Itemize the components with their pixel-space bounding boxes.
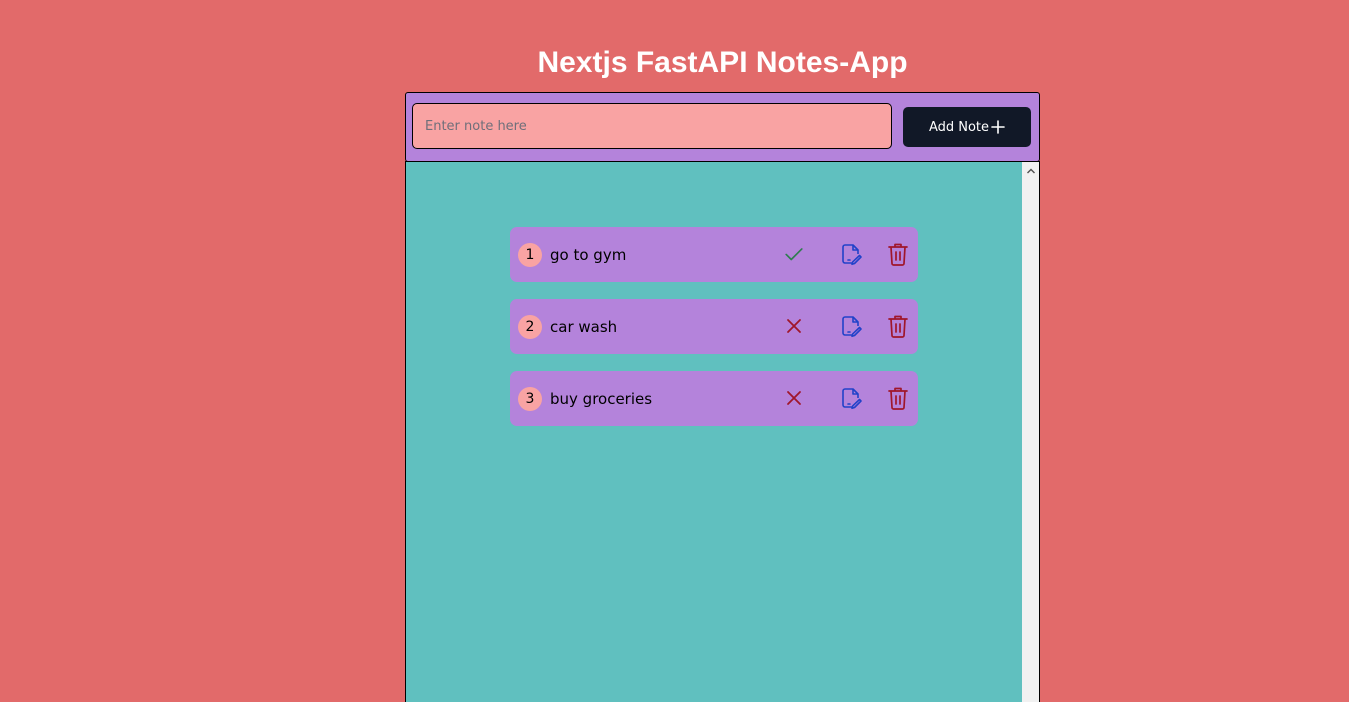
- x-icon[interactable]: [782, 386, 806, 410]
- trash-icon[interactable]: [886, 386, 910, 410]
- trash-icon[interactable]: [886, 314, 910, 338]
- note-text: go to gym: [550, 246, 627, 264]
- vertical-scrollbar[interactable]: [1022, 162, 1039, 702]
- note-text: buy groceries: [550, 390, 653, 408]
- note-item: 2 car wash: [510, 299, 918, 354]
- note-item: 3 buy groceries: [510, 371, 918, 426]
- page-title: Nextjs FastAPI Notes-App: [537, 46, 908, 79]
- chevron-up-icon[interactable]: [1022, 162, 1039, 179]
- edit-icon[interactable]: [839, 386, 863, 410]
- edit-icon[interactable]: [839, 314, 863, 338]
- notes-list-panel: 1 go to gym 2 car wash 3 buy groceries: [405, 161, 1040, 702]
- note-number-badge: 2: [518, 315, 542, 339]
- note-input-bar: Add Note: [405, 92, 1040, 162]
- trash-icon[interactable]: [886, 242, 910, 266]
- note-item: 1 go to gym: [510, 227, 918, 282]
- edit-icon[interactable]: [839, 242, 863, 266]
- note-text: car wash: [550, 318, 618, 336]
- x-icon[interactable]: [782, 314, 806, 338]
- add-note-button[interactable]: Add Note: [903, 107, 1031, 147]
- note-input[interactable]: [412, 103, 892, 149]
- plus-icon: [991, 117, 1005, 137]
- check-icon[interactable]: [782, 242, 806, 266]
- add-note-label: Add Note: [928, 119, 990, 135]
- note-number-badge: 3: [518, 387, 542, 411]
- note-number-badge: 1: [518, 243, 542, 267]
